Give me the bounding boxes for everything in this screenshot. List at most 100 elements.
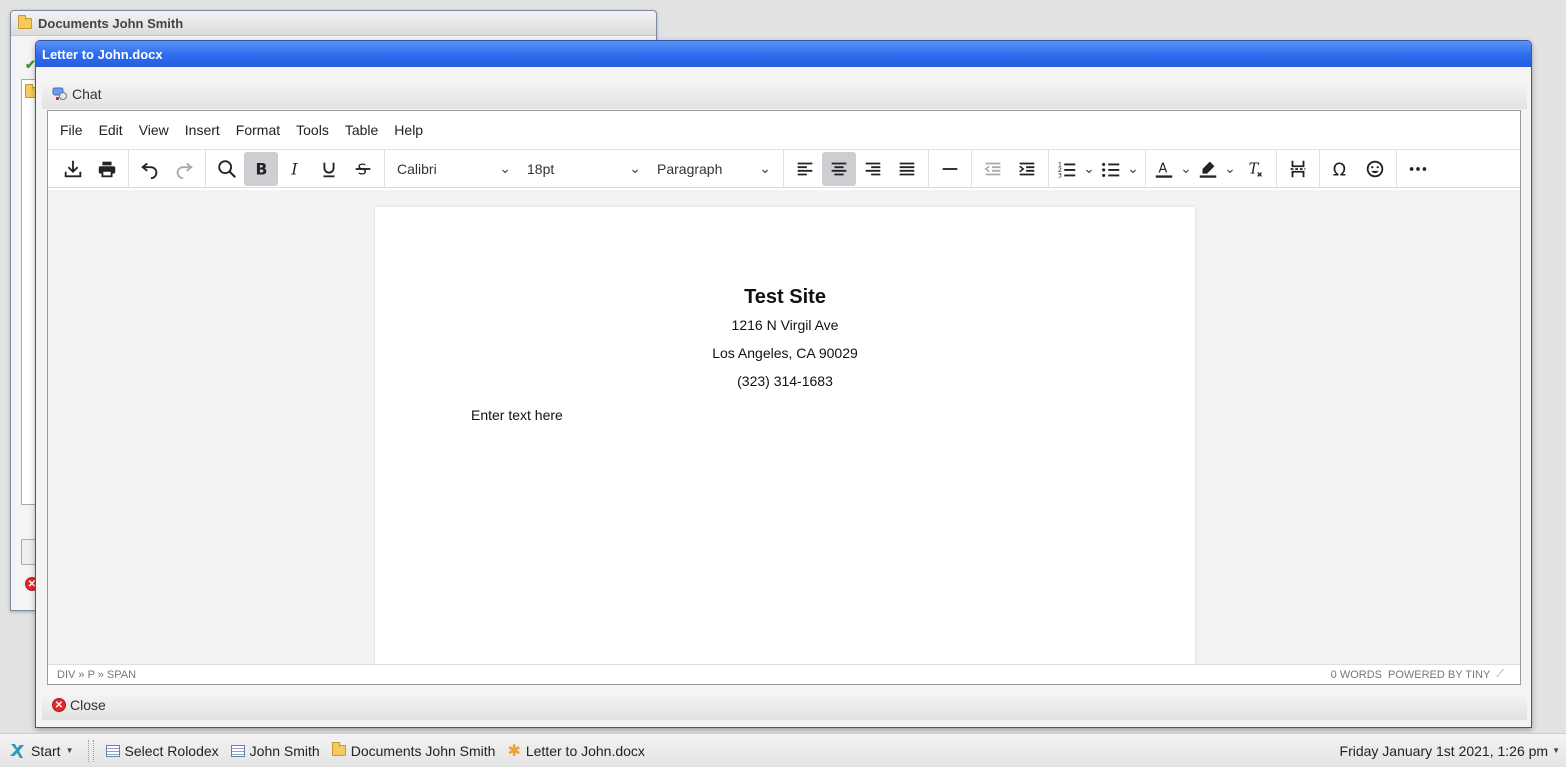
search-icon: [218, 159, 236, 178]
document-title[interactable]: Test Site: [375, 286, 1195, 309]
task-letter-to-john[interactable]: ✱ Letter to John.docx: [501, 741, 650, 761]
body-paragraph[interactable]: Enter text here: [471, 407, 563, 423]
strikethrough-icon: S: [355, 161, 371, 178]
svg-text:I: I: [290, 160, 298, 178]
underline-icon: [323, 162, 335, 177]
task-john-smith[interactable]: John Smith: [225, 743, 326, 759]
special-character-button[interactable]: Ω: [1324, 152, 1358, 186]
document-page[interactable]: Test Site 1216 N Virgil Ave Los Angeles,…: [375, 207, 1195, 665]
page-break-button[interactable]: [1281, 152, 1315, 186]
address-line[interactable]: 1216 N Virgil Ave: [375, 317, 1195, 333]
resize-handle-icon[interactable]: ⟋: [1496, 668, 1504, 681]
numbered-list-button[interactable]: 123 ⌄: [1053, 152, 1097, 186]
print-button[interactable]: [90, 152, 124, 186]
menu-insert[interactable]: Insert: [177, 117, 228, 143]
window-title: Letter to John.docx: [42, 46, 163, 62]
document-window: Letter to John.docx Chat File Edit View …: [35, 40, 1532, 728]
font-family-select[interactable]: Calibri ⌄: [389, 152, 519, 186]
download-button[interactable]: [56, 152, 90, 186]
menu-view[interactable]: View: [131, 117, 177, 143]
svg-text:S: S: [358, 161, 367, 178]
italic-button[interactable]: I: [278, 152, 312, 186]
folder-icon: [331, 742, 346, 756]
bold-icon: B: [256, 160, 268, 178]
task-select-rolodex[interactable]: Select Rolodex: [100, 743, 225, 759]
chevron-down-icon[interactable]: ⌄: [1081, 160, 1097, 177]
chevron-down-icon[interactable]: ⌄: [1125, 160, 1141, 177]
close-button[interactable]: Close: [70, 697, 106, 713]
window-titlebar[interactable]: Letter to John.docx: [36, 41, 1531, 67]
city-line[interactable]: Los Angeles, CA 90029: [375, 345, 1195, 361]
block-format-value: Paragraph: [657, 160, 723, 177]
align-left-button[interactable]: [788, 152, 822, 186]
align-justify-button[interactable]: [890, 152, 924, 186]
menu-file[interactable]: File: [52, 117, 91, 143]
menu-format[interactable]: Format: [228, 117, 288, 143]
editor-menubar: File Edit View Insert Format Tools Table…: [48, 111, 1520, 150]
chevron-down-icon: ⌄: [759, 160, 771, 176]
background-window-titlebar[interactable]: Documents John Smith: [11, 11, 656, 36]
task-label: Select Rolodex: [124, 742, 219, 759]
emoji-icon: [1366, 160, 1384, 177]
task-documents-john-smith[interactable]: Documents John Smith: [326, 742, 502, 759]
task-label: John Smith: [249, 742, 320, 759]
powered-by-link[interactable]: POWERED BY TINY: [1388, 669, 1490, 681]
menu-table[interactable]: Table: [337, 117, 386, 143]
start-logo-icon: [10, 743, 24, 758]
indent-icon: [1019, 162, 1035, 175]
highlight-color-button[interactable]: ⌄: [1194, 152, 1238, 186]
highlighter-icon: [1199, 161, 1217, 178]
outdent-button[interactable]: [976, 152, 1010, 186]
svg-text:A: A: [1159, 161, 1168, 176]
redo-button[interactable]: [167, 152, 201, 186]
align-left-icon: [797, 162, 813, 175]
word-count[interactable]: 0 WORDS: [1331, 669, 1382, 681]
menu-help[interactable]: Help: [386, 117, 431, 143]
clear-formatting-button[interactable]: T: [1238, 152, 1272, 186]
taskbar-clock[interactable]: Friday January 1st 2021, 1:26 pm ▼: [1340, 743, 1566, 759]
print-icon: [98, 161, 116, 177]
rich-text-editor: File Edit View Insert Format Tools Table…: [47, 110, 1521, 685]
block-format-select[interactable]: Paragraph ⌄: [649, 152, 779, 186]
start-button[interactable]: Start ▼: [0, 742, 82, 760]
start-label: Start: [31, 742, 61, 759]
list-window-icon: [105, 744, 120, 757]
document-star-icon: ✱: [507, 742, 521, 760]
underline-button[interactable]: [312, 152, 346, 186]
menu-tools[interactable]: Tools: [288, 117, 337, 143]
align-center-button[interactable]: [822, 151, 856, 186]
menu-edit[interactable]: Edit: [91, 117, 131, 143]
text-color-button[interactable]: A ⌄: [1150, 152, 1194, 186]
outdent-icon: [984, 162, 1001, 175]
horizontal-line-button[interactable]: [933, 152, 967, 186]
element-path[interactable]: DIV » P » SPAN: [57, 669, 136, 681]
undo-button[interactable]: [133, 152, 167, 186]
bullet-list-button[interactable]: ⌄: [1097, 152, 1141, 186]
svg-text:Ω: Ω: [1333, 160, 1346, 180]
phone-line[interactable]: (323) 314-1683: [375, 373, 1195, 389]
taskbar: Start ▼ Select Rolodex John Smith Docume…: [0, 733, 1566, 767]
editor-toolbar: B I S Calibri ⌄ 18pt ⌄ Paragraph ⌄ 1 2 3…: [48, 150, 1520, 188]
caret-down-icon: ▼: [65, 746, 74, 755]
align-right-button[interactable]: [856, 152, 890, 186]
chevron-down-icon: ⌄: [629, 160, 641, 176]
search-button[interactable]: [210, 152, 244, 186]
editor-content-area[interactable]: Test Site 1216 N Virgil Ave Los Angeles,…: [48, 190, 1520, 665]
download-icon: [64, 160, 82, 177]
chevron-down-icon[interactable]: ⌄: [1222, 160, 1238, 177]
more-button[interactable]: [1401, 152, 1435, 186]
font-family-value: Calibri: [397, 160, 437, 177]
font-size-select[interactable]: 18pt ⌄: [519, 152, 649, 186]
bold-button[interactable]: B: [244, 151, 278, 186]
chat-button[interactable]: Chat: [72, 86, 102, 102]
caret-down-icon: ▼: [1552, 746, 1560, 755]
indent-button[interactable]: [1010, 152, 1044, 186]
chat-icon[interactable]: [52, 85, 68, 104]
close-icon[interactable]: ✕: [52, 698, 66, 712]
clock-text: Friday January 1st 2021, 1:26 pm: [1339, 742, 1549, 759]
strikethrough-button[interactable]: S: [346, 152, 380, 186]
editor-statusbar: DIV » P » SPAN 0 WORDS POWERED BY TINY ⟋: [48, 664, 1520, 684]
emoji-button[interactable]: [1358, 152, 1392, 186]
chevron-down-icon[interactable]: ⌄: [1178, 160, 1194, 177]
chevron-down-icon: ⌄: [499, 160, 511, 176]
